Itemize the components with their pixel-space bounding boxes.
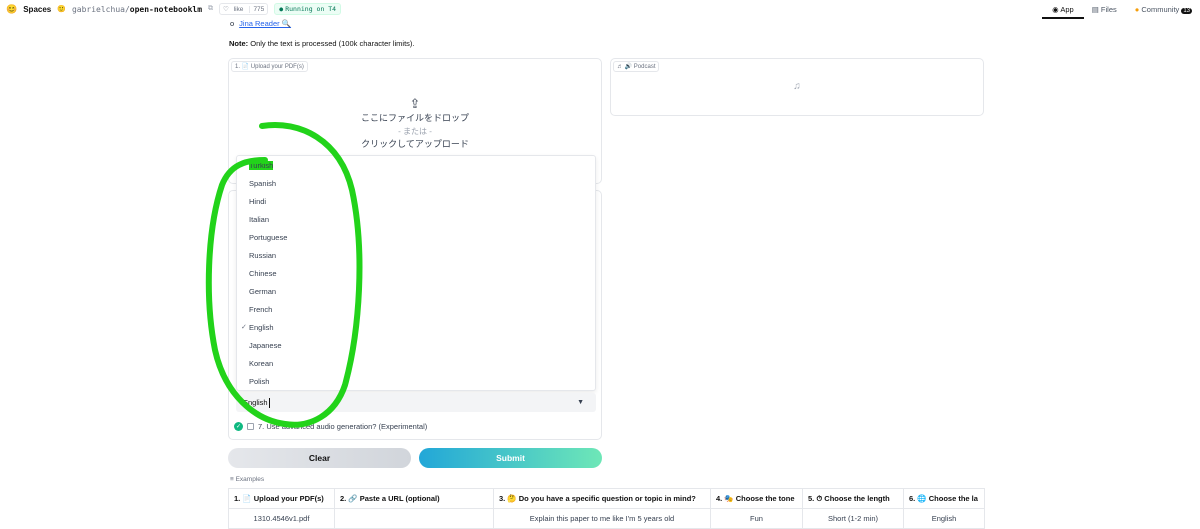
spaces-label[interactable]: Spaces: [23, 5, 51, 14]
language-option-label: Portuguese: [249, 232, 288, 242]
selected-language-value: English: [243, 398, 268, 407]
language-option[interactable]: Portuguese: [237, 228, 595, 246]
language-option-label: Italian: [249, 214, 270, 224]
upload-panel-label: 1. 📄 Upload your PDF(s): [231, 61, 308, 72]
table-cell: Explain this paper to me like I'm 5 year…: [493, 508, 711, 529]
column-header[interactable]: 3. 🤔 Do you have a specific question or …: [493, 488, 711, 509]
language-option-label: Russian: [249, 250, 277, 260]
podcast-panel: ♬ 🔊 Podcast ♫: [610, 58, 984, 116]
check-icon: ✓: [241, 324, 247, 331]
language-option[interactable]: Spanish: [237, 174, 595, 192]
advanced-audio-checkbox[interactable]: [247, 423, 254, 430]
language-option[interactable]: Russian: [237, 246, 595, 264]
tab-files[interactable]: ▤ Files: [1092, 5, 1117, 14]
language-option-label: Turkish: [249, 160, 274, 170]
table-cell: English: [903, 508, 985, 529]
tab-files-label: Files: [1100, 4, 1117, 14]
table-cell: 1310.4546v1.pdf: [228, 508, 335, 529]
bullet-icon: o: [230, 19, 235, 28]
community-icon: ●: [1134, 4, 1140, 14]
like-button[interactable]: ♡ like 775: [219, 3, 269, 15]
table-row[interactable]: 1310.4546v1.pdf Explain this paper to me…: [228, 508, 985, 529]
language-option-label: German: [249, 286, 277, 296]
note-label: Note:: [229, 39, 249, 48]
language-option-label: French: [249, 304, 273, 314]
column-header[interactable]: 2. 🔗 Paste a URL (optional): [334, 488, 494, 509]
language-option-label: Korean: [249, 358, 274, 368]
examples-table: 1. 📄 Upload your PDF(s) 2. 🔗 Paste a URL…: [228, 488, 985, 529]
language-option-label: Chinese: [249, 268, 277, 278]
examples-label: ≡ Examples: [230, 476, 265, 483]
language-option[interactable]: German: [237, 282, 595, 300]
language-dropdown-list: Turkish Spanish Hindi Italian Portuguese…: [236, 155, 596, 391]
table-cell: Fun: [710, 508, 803, 529]
language-option[interactable]: Italian: [237, 210, 595, 228]
submit-button[interactable]: Submit: [419, 448, 602, 468]
language-option-label: Japanese: [249, 340, 282, 350]
tab-app-label: App: [1060, 4, 1074, 14]
tab-app[interactable]: ◉ App: [1042, 4, 1084, 19]
chevron-down-icon[interactable]: ▼: [577, 399, 584, 406]
language-option-label: Spanish: [249, 178, 277, 188]
files-icon: ▤: [1091, 4, 1099, 14]
community-count-badge: 13: [1181, 7, 1192, 14]
running-status-badge[interactable]: ● Running on T4: [274, 3, 342, 15]
advanced-audio-label: 7. Use advanced audio generation? (Exper…: [258, 422, 428, 431]
upload-dropzone[interactable]: ⇪ ここにファイルをドロップ - または - クリックしてアップロード: [229, 97, 601, 151]
advanced-audio-row: ✓ 7. Use advanced audio generation? (Exp…: [234, 422, 427, 431]
spaces-logo-icon[interactable]: 😊: [6, 4, 17, 15]
click-upload-text: クリックしてアップロード: [361, 139, 469, 149]
language-option[interactable]: Japanese: [237, 336, 595, 354]
language-option[interactable]: Chinese: [237, 264, 595, 282]
language-option[interactable]: French: [237, 300, 595, 318]
repo-link[interactable]: open-notebooklm: [130, 5, 202, 14]
podcast-panel-label: ♬ 🔊 Podcast: [613, 61, 660, 72]
music-note-icon: ♫: [793, 81, 801, 92]
note-body: Only the text is processed (100k charact…: [248, 39, 415, 48]
status-dot-icon: ●: [279, 5, 284, 13]
owner-link[interactable]: gabrielchua: [72, 5, 125, 14]
like-label: like: [233, 6, 244, 13]
note-text: Note: Only the text is processed (100k c…: [229, 39, 414, 48]
copy-icon[interactable]: ⧉: [208, 5, 213, 13]
top-bar: 😊 Spaces 🙂 gabrielchua/open-notebooklm ⧉…: [0, 0, 1200, 19]
language-option[interactable]: Polish: [237, 372, 595, 390]
upload-icon: ⇪: [409, 96, 421, 111]
app-icon: ◉: [1052, 4, 1059, 14]
check-circle-icon: ✓: [234, 422, 243, 431]
table-cell: [334, 508, 494, 529]
tab-community[interactable]: ● Community 13: [1135, 5, 1192, 14]
column-header[interactable]: 1. 📄 Upload your PDF(s): [228, 488, 335, 509]
language-option-label: Hindi: [249, 196, 267, 206]
language-option[interactable]: Hindi: [237, 192, 595, 210]
language-option-selected[interactable]: ✓ English: [237, 318, 595, 336]
table-cell: Short (1-2 min): [802, 508, 904, 529]
language-option-label: Polish: [249, 376, 270, 386]
language-option[interactable]: Korean: [237, 354, 595, 372]
running-label: Running on T4: [285, 5, 337, 13]
column-header[interactable]: 4. 🎭 Choose the tone: [710, 488, 803, 509]
tab-community-label: Community: [1141, 4, 1180, 14]
language-select-input[interactable]: English ▼: [236, 393, 596, 412]
jina-reader-link[interactable]: Jina Reader 🔍: [239, 19, 291, 28]
column-header[interactable]: 5. ⏱ Choose the length: [802, 488, 904, 509]
owner-avatar-icon: 🙂: [57, 6, 66, 13]
drop-text: ここにファイルをドロップ: [360, 113, 469, 123]
language-option[interactable]: Turkish: [237, 156, 595, 174]
heart-icon: ♡ like: [220, 5, 249, 13]
jina-reader-item: o Jina Reader 🔍: [230, 19, 291, 28]
table-header-row: 1. 📄 Upload your PDF(s) 2. 🔗 Paste a URL…: [228, 488, 985, 509]
like-count: 775: [249, 5, 267, 13]
or-text: - または -: [398, 127, 432, 136]
language-option-label: English: [249, 322, 274, 332]
column-header[interactable]: 6. 🌐 Choose the la: [903, 488, 985, 509]
clear-button[interactable]: Clear: [228, 448, 411, 468]
text-cursor: [268, 397, 270, 408]
